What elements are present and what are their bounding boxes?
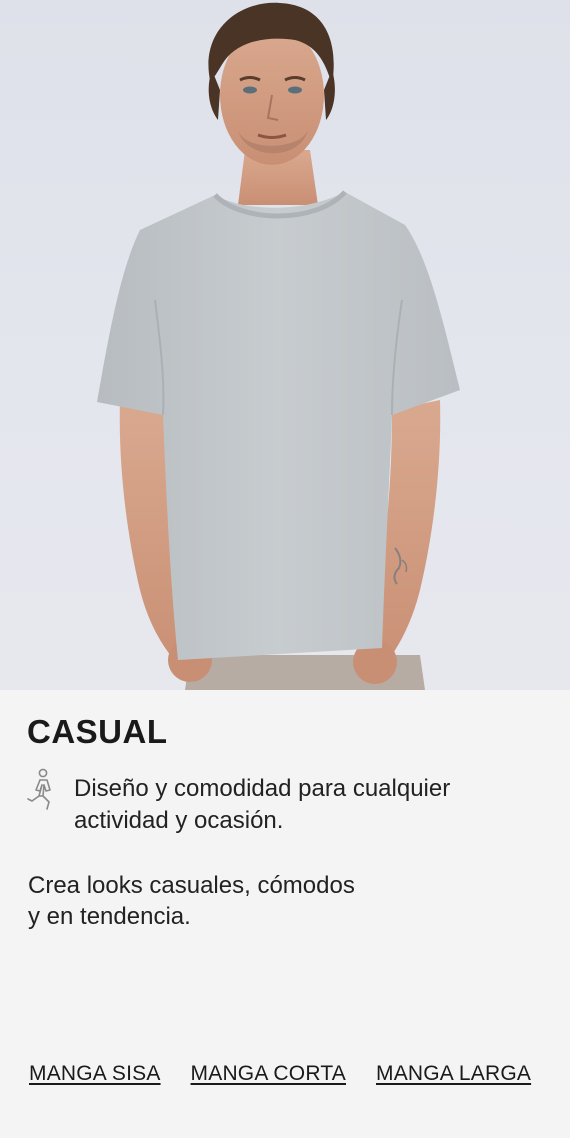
- category-title: CASUAL: [27, 713, 168, 750]
- feature-line-2: actividad y ocasión.: [74, 807, 284, 834]
- category-card: CASUAL Diseño y comodidad para cualquier…: [0, 690, 570, 1138]
- link-manga-sisa[interactable]: MANGA SISA: [29, 1062, 161, 1086]
- walking-person-icon: [24, 768, 60, 812]
- feature-description: Diseño y comodidad para cualquier activi…: [74, 773, 450, 837]
- description-line-2: y en tendencia.: [28, 903, 191, 930]
- model-photo: [97, 2, 460, 690]
- product-hero-image: [0, 0, 570, 690]
- link-manga-corta[interactable]: MANGA CORTA: [191, 1062, 346, 1086]
- sleeve-type-links: MANGA SISA MANGA CORTA MANGA LARGA: [29, 1062, 549, 1086]
- description-line-1: Crea looks casuales, cómodos: [28, 872, 355, 899]
- link-manga-larga[interactable]: MANGA LARGA: [376, 1062, 531, 1086]
- feature-row: Diseño y comodidad para cualquier activi…: [24, 768, 544, 837]
- category-description: Crea looks casuales, cómodos y en tenden…: [28, 870, 428, 932]
- feature-line-1: Diseño y comodidad para cualquier: [74, 775, 451, 802]
